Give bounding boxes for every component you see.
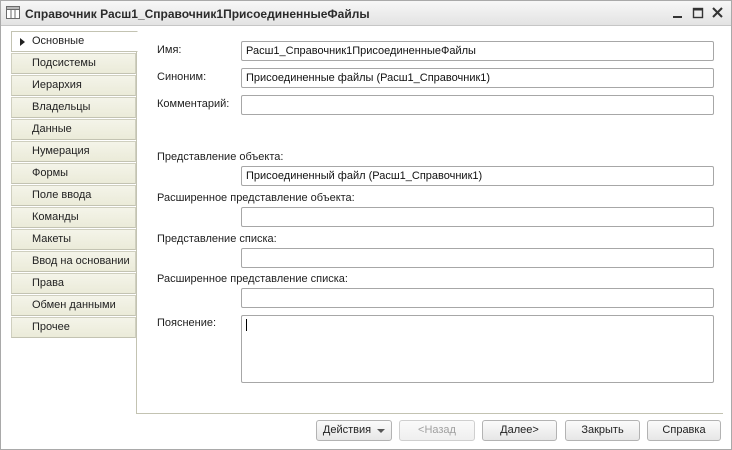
nav-tab-label: Ввод на основании <box>32 255 130 267</box>
nav-tab-label: Нумерация <box>32 145 90 157</box>
next-button[interactable]: Далее> <box>482 420 557 441</box>
maximize-button[interactable] <box>689 5 707 21</box>
nav-tab-hierarchy[interactable]: Иерархия <box>11 75 136 96</box>
name-field[interactable]: Расш1_Справочник1ПрисоединенныеФайлы <box>241 41 714 61</box>
nav-tab-data-exchange[interactable]: Обмен данными <box>11 295 136 316</box>
nav-tab-owners[interactable]: Владельцы <box>11 97 136 118</box>
nav-tab-label: Данные <box>32 123 72 135</box>
nav-tab-main[interactable]: Основные <box>11 31 138 52</box>
section-nav: Основные Подсистемы Иерархия Владельцы Д… <box>11 31 138 343</box>
nav-tab-label: Подсистемы <box>32 57 96 69</box>
back-button[interactable]: <Назад <box>399 420 475 441</box>
nav-tab-other[interactable]: Прочее <box>11 317 136 338</box>
extended-object-presentation-label: Расширенное представление объекта: <box>157 192 355 204</box>
nav-tab-input-based-on[interactable]: Ввод на основании <box>11 251 136 272</box>
nav-tab-label: Формы <box>32 167 69 179</box>
close-icon <box>712 7 723 18</box>
extended-list-presentation-label: Расширенное представление списка: <box>157 273 348 285</box>
nav-tab-label: Макеты <box>32 233 72 245</box>
help-button[interactable]: Справка <box>647 420 721 441</box>
nav-tab-label: Прочее <box>32 321 70 333</box>
close-button[interactable]: Закрыть <box>565 420 640 441</box>
nav-tab-input-field[interactable]: Поле ввода <box>11 185 136 206</box>
synonym-label: Синоним: <box>157 71 207 83</box>
object-presentation-field[interactable]: Присоединенный файл (Расш1_Справочник1) <box>241 166 714 186</box>
nav-tab-label: Иерархия <box>32 79 82 91</box>
maximize-icon <box>692 7 704 19</box>
minimize-icon <box>673 16 682 18</box>
nav-tab-templates[interactable]: Макеты <box>11 229 136 250</box>
actions-button-label: Действия <box>322 424 372 436</box>
text-caret <box>246 319 247 331</box>
nav-tab-label: Права <box>32 277 64 289</box>
nav-tab-label: Основные <box>32 35 85 47</box>
title-bar[interactable]: Справочник Расш1_Справочник1Присоединенн… <box>1 1 731 26</box>
nav-tab-rights[interactable]: Права <box>11 273 136 294</box>
table-grid-icon <box>6 6 20 19</box>
nav-tab-numbering[interactable]: Нумерация <box>11 141 136 162</box>
minimize-button[interactable] <box>669 5 687 21</box>
nav-tab-label: Обмен данными <box>32 299 116 311</box>
nav-tab-label: Поле ввода <box>32 189 92 201</box>
synonym-field[interactable]: Присоединенные файлы (Расш1_Справочник1) <box>241 68 714 88</box>
explanation-label: Пояснение: <box>157 317 217 329</box>
list-presentation-label: Представление списка: <box>157 233 277 245</box>
triangle-right-icon <box>20 38 25 46</box>
nav-tab-forms[interactable]: Формы <box>11 163 136 184</box>
nav-tab-label: Владельцы <box>32 101 91 113</box>
extended-list-presentation-field[interactable] <box>241 288 714 308</box>
actions-menu-button[interactable]: Действия <box>316 420 392 441</box>
close-window-button[interactable] <box>709 5 727 21</box>
nav-tab-subsystems[interactable]: Подсистемы <box>11 53 136 74</box>
object-presentation-label: Представление объекта: <box>157 151 284 163</box>
nav-tab-commands[interactable]: Команды <box>11 207 136 228</box>
configuration-object-window: Справочник Расш1_Справочник1Присоединенн… <box>0 0 732 450</box>
comment-field[interactable] <box>241 95 714 115</box>
name-label: Имя: <box>157 44 182 56</box>
comment-label: Комментарий: <box>157 98 230 110</box>
explanation-textarea[interactable] <box>241 315 714 383</box>
list-presentation-field[interactable] <box>241 248 714 268</box>
nav-tab-data[interactable]: Данные <box>11 119 136 140</box>
nav-tab-label: Команды <box>32 211 79 223</box>
dropdown-arrow-icon <box>377 429 385 433</box>
extended-object-presentation-field[interactable] <box>241 207 714 227</box>
window-title: Справочник Расш1_Справочник1Присоединенн… <box>25 7 370 21</box>
